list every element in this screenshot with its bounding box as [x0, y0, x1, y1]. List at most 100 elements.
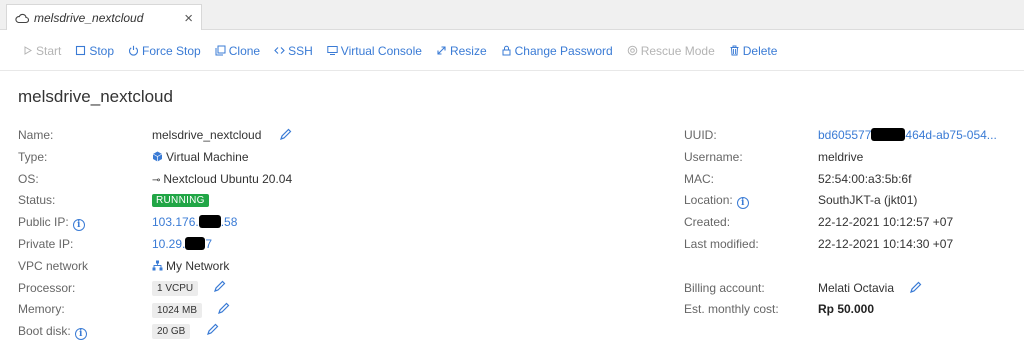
delete-label: Delete: [742, 43, 778, 58]
boot-disk-value: 20 GB: [152, 323, 219, 339]
tab-melsdrive-nextcloud[interactable]: melsdrive_nextcloud ×: [6, 4, 202, 31]
clone-button[interactable]: Clone: [215, 44, 260, 58]
private-ip-value[interactable]: 10.29. 7: [152, 237, 212, 251]
action-toolbar: Start Stop Force Stop Clone SSH Virtual …: [0, 31, 1024, 71]
cloud-icon: [15, 13, 29, 24]
created-value: 22-12-2021 10:12:57 +07: [818, 215, 954, 229]
status-value: RUNNING: [152, 192, 209, 207]
processor-value: 1 VCPU: [152, 280, 226, 296]
page-title: melsdrive_nextcloud: [18, 87, 173, 106]
resize-button[interactable]: Resize: [436, 44, 487, 58]
change-password-button[interactable]: Change Password: [501, 44, 613, 58]
pencil-icon[interactable]: [217, 302, 230, 315]
billing-account-text: Melati Octavia: [818, 281, 895, 295]
ssh-button[interactable]: SSH: [274, 44, 313, 58]
type-value: Virtual Machine: [152, 150, 249, 164]
est-monthly-cost-value: Rp 50.000: [818, 302, 875, 316]
redaction-mark: [871, 128, 906, 141]
resize-icon: [437, 46, 446, 55]
rescue-mode-label: Rescue Mode: [640, 43, 715, 58]
play-icon: [24, 46, 32, 55]
pencil-icon[interactable]: [279, 128, 292, 141]
location-label: Location: i: [684, 193, 749, 209]
name-label: Name:: [18, 128, 54, 142]
os-label: OS:: [18, 172, 39, 186]
force-stop-button[interactable]: Force Stop: [128, 44, 201, 58]
public-ip-value[interactable]: 103.176. .58: [152, 215, 237, 229]
pencil-icon[interactable]: [206, 323, 219, 336]
username-label: Username:: [684, 150, 743, 164]
stop-icon: [76, 45, 86, 56]
memory-value: 1024 MB: [152, 302, 230, 318]
billing-account-value: Melati Octavia: [818, 281, 922, 295]
location-label-text: Location:: [684, 193, 733, 207]
power-icon: [129, 45, 139, 56]
username-value: meldrive: [818, 150, 864, 164]
public-ip-prefix: 103.176.: [152, 215, 199, 229]
ssh-label: SSH: [288, 43, 313, 58]
private-ip-prefix: 10.29.: [152, 237, 186, 251]
resize-label: Resize: [449, 43, 487, 58]
pencil-icon[interactable]: [909, 281, 922, 294]
lock-icon: [502, 45, 511, 56]
status-label: Status:: [18, 193, 56, 207]
info-icon[interactable]: i: [736, 197, 749, 209]
uuid-label: UUID:: [684, 128, 717, 142]
virtual-console-button[interactable]: Virtual Console: [327, 44, 422, 58]
name-text: melsdrive_nextcloud: [152, 128, 262, 142]
public-ip-label: Public IP: i: [18, 215, 85, 231]
cube-icon: [152, 151, 163, 162]
boot-disk-chip: 20 GB: [152, 324, 191, 339]
last-modified-value: 22-12-2021 10:14:30 +07: [818, 237, 954, 251]
private-ip-suffix: 7: [205, 237, 213, 251]
memory-label: Memory:: [18, 302, 65, 316]
monitor-icon: [327, 46, 338, 55]
redaction-mark: [198, 215, 221, 228]
os-text: Nextcloud Ubuntu 20.04: [163, 172, 293, 186]
uuid-value[interactable]: bd605577 464d-ab75-054...: [818, 128, 997, 142]
info-icon[interactable]: i: [74, 328, 87, 340]
status-badge: RUNNING: [152, 194, 209, 207]
code-icon: [274, 47, 285, 54]
redaction-mark: [185, 237, 206, 250]
boot-disk-label-text: Boot disk:: [18, 324, 71, 338]
public-ip-suffix: .58: [220, 215, 238, 229]
billing-account-label: Billing account:: [684, 281, 765, 295]
est-monthly-cost-label: Est. monthly cost:: [684, 302, 779, 316]
vpc-network-text: My Network: [166, 259, 230, 273]
os-value: ⊸ Nextcloud Ubuntu 20.04: [152, 172, 292, 186]
boot-disk-label: Boot disk: i: [18, 324, 87, 340]
delete-button[interactable]: Delete: [729, 43, 778, 58]
stop-button[interactable]: Stop: [75, 44, 114, 58]
memory-chip: 1024 MB: [152, 303, 203, 318]
rescue-mode-button[interactable]: Rescue Mode: [627, 44, 715, 58]
info-icon[interactable]: i: [72, 219, 85, 231]
created-label: Created:: [684, 215, 731, 229]
type-label: Type:: [18, 150, 48, 164]
change-password-label: Change Password: [514, 43, 613, 58]
location-value: SouthJKT-a (jkt01): [818, 193, 918, 207]
start-label: Start: [36, 43, 62, 58]
public-ip-label-text: Public IP:: [18, 215, 69, 229]
private-ip-label: Private IP:: [18, 237, 74, 251]
stop-label: Stop: [89, 43, 115, 58]
name-value: melsdrive_nextcloud: [152, 128, 292, 142]
uuid-suffix: 464d-ab75-054...: [905, 128, 997, 142]
close-icon[interactable]: ×: [184, 11, 193, 26]
lifebuoy-icon: [627, 45, 638, 56]
clone-icon: [215, 45, 226, 56]
last-modified-label: Last modified:: [684, 237, 759, 251]
pencil-icon[interactable]: [213, 280, 226, 293]
start-button[interactable]: Start: [22, 44, 61, 58]
tab-label: melsdrive_nextcloud: [34, 11, 144, 25]
vm-detail-window: melsdrive_nextcloud × Start Stop Force S…: [0, 0, 1024, 355]
type-text: Virtual Machine: [166, 150, 249, 164]
processor-label: Processor:: [18, 281, 76, 295]
vpc-network-label: VPC network: [18, 259, 89, 273]
force-stop-label: Force Stop: [142, 43, 201, 58]
clone-label: Clone: [228, 43, 261, 58]
trash-icon: [730, 45, 739, 56]
mac-value: 52:54:00:a3:5b:6f: [818, 172, 912, 186]
mac-label: MAC:: [684, 172, 714, 186]
vpc-network-value: My Network: [152, 259, 229, 273]
